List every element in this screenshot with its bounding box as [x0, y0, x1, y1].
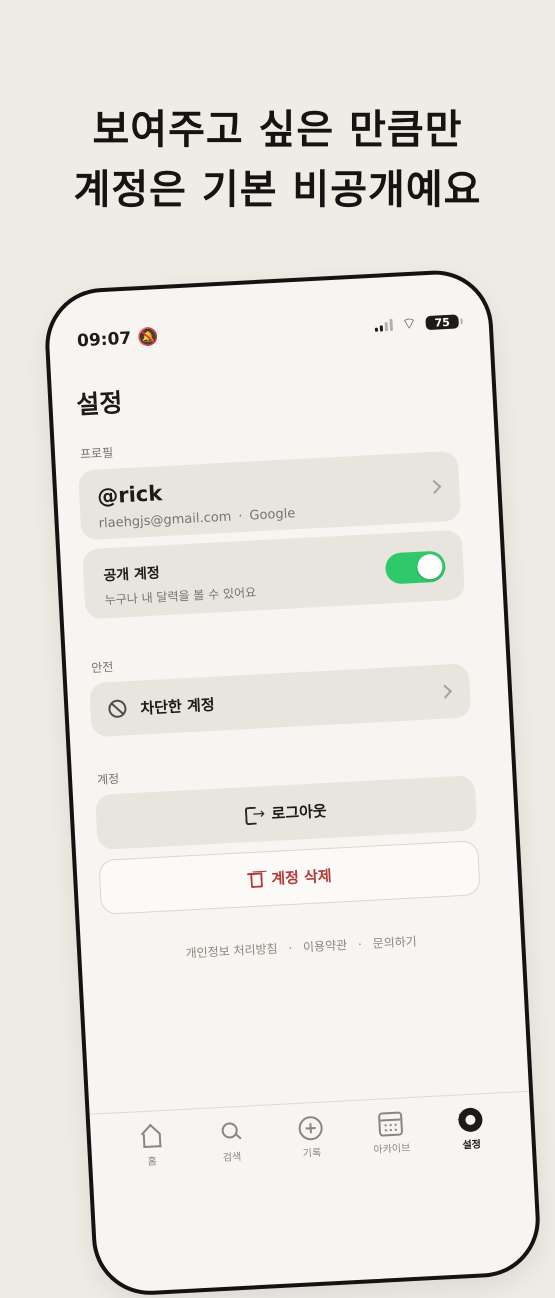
footer-links: 개인정보 처리방침 · 이용약관 · 문의하기 — [81, 927, 521, 967]
search-icon — [218, 1120, 243, 1145]
gear-icon — [457, 1107, 484, 1133]
logout-button[interactable]: 로그아웃 — [94, 775, 478, 851]
tab-archive[interactable]: 아카이브 — [361, 1111, 421, 1157]
footer-separator: · — [288, 940, 293, 956]
tab-settings[interactable]: 설정 — [441, 1106, 501, 1152]
tab-search-label: 검색 — [222, 1151, 242, 1164]
tab-home[interactable]: 홈 — [121, 1123, 181, 1169]
tab-search[interactable]: 검색 — [201, 1119, 261, 1165]
trash-icon — [247, 871, 263, 888]
profile-section-label: 프로필 — [79, 445, 114, 462]
chevron-right-icon — [437, 684, 453, 699]
profile-card[interactable]: @rick rlaehgjs@gmail.com · Google — [77, 450, 462, 541]
home-icon — [138, 1124, 163, 1149]
toggle-knob — [416, 553, 444, 580]
privacy-policy-link[interactable]: 개인정보 처리방침 — [185, 940, 278, 962]
logout-label: 로그아웃 — [271, 801, 328, 823]
account-section-label: 계정 — [96, 771, 120, 787]
promo-headline-line2: 계정은 기본 비공개예요 — [73, 167, 482, 213]
status-time-group: 09:07 🔕 — [77, 327, 159, 351]
promo-headline: 보여주고 싶은 만큼만 계정은 기본 비공개예요 — [0, 100, 555, 220]
profile-separator: · — [237, 508, 243, 525]
tab-record[interactable]: 기록 — [281, 1115, 341, 1161]
footer-separator: · — [357, 937, 363, 952]
add-icon — [298, 1115, 324, 1141]
battery-icon: 75 — [425, 314, 460, 331]
public-account-toggle[interactable] — [384, 550, 447, 585]
tab-settings-label: 설정 — [462, 1139, 482, 1152]
delete-account-label: 계정 삭제 — [270, 866, 333, 888]
status-bar: 09:07 🔕 ⌔ 75 — [77, 309, 460, 353]
cellular-signal-icon — [374, 318, 393, 332]
safety-section-label: 안전 — [90, 659, 114, 676]
profile-provider: Google — [249, 506, 296, 524]
promo-headline-line1: 보여주고 싶은 만큼만 — [92, 107, 463, 153]
blocked-accounts-row[interactable]: 차단한 계정 — [89, 663, 472, 738]
status-indicators: ⌔ 75 — [374, 311, 460, 335]
settings-title: 설정 — [75, 388, 124, 420]
silent-bell-icon: 🔕 — [136, 327, 159, 349]
wifi-icon: ⌔ — [401, 313, 418, 334]
profile-email: rlaehgjs@gmail.com — [98, 509, 232, 532]
tab-archive-label: 아카이브 — [373, 1143, 411, 1156]
block-icon — [107, 699, 127, 719]
status-time: 09:07 — [76, 328, 132, 352]
blocked-accounts-label: 차단한 계정 — [139, 695, 216, 718]
tab-record-label: 기록 — [302, 1147, 322, 1160]
contact-link[interactable]: 문의하기 — [372, 932, 417, 951]
bottom-tab-bar: 홈 검색 기록 아카이브 설정 — [89, 1090, 533, 1184]
delete-account-button[interactable]: 계정 삭제 — [98, 840, 481, 915]
tab-home-label: 홈 — [147, 1156, 158, 1168]
phone-mockup: 09:07 🔕 ⌔ 75 설정 프로필 @rick rlaehgjs@gmail… — [42, 267, 543, 1298]
logout-icon — [245, 806, 262, 823]
terms-link[interactable]: 이용약관 — [303, 936, 348, 955]
calendar-icon — [377, 1111, 404, 1137]
public-account-card: 공개 계정 누구나 내 달력을 볼 수 있어요 — [82, 529, 466, 620]
